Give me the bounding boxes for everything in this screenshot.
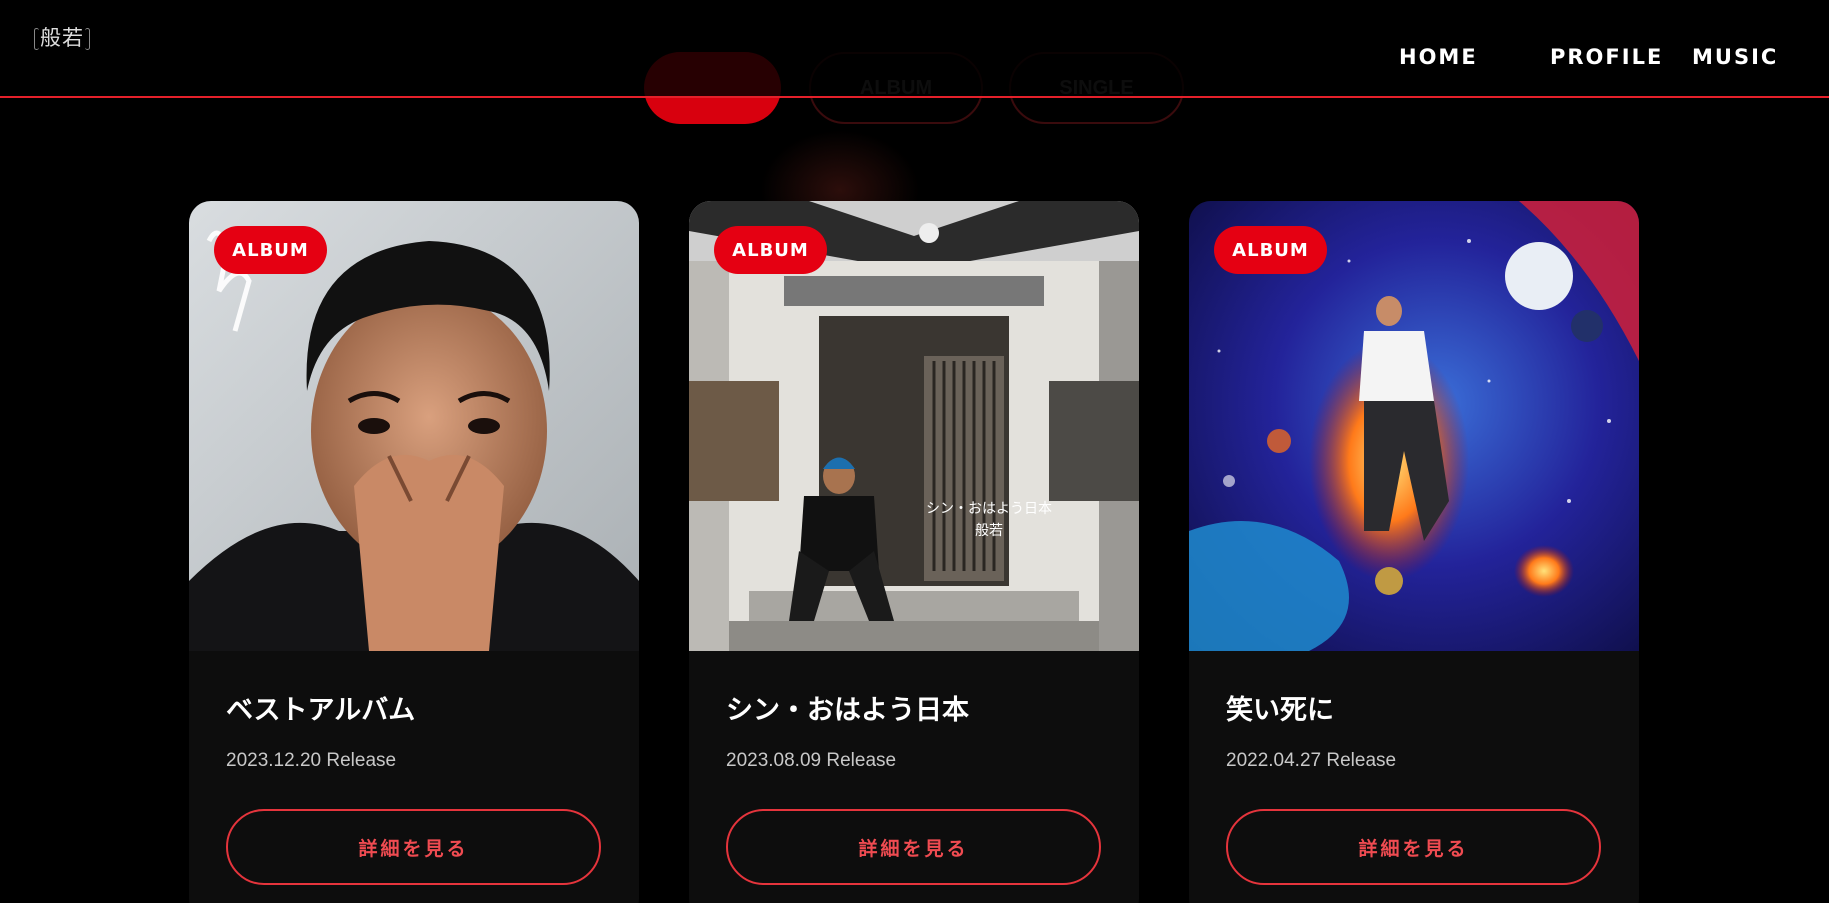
release-card[interactable]: シン・おはよう日本 般若 ALBUM シン・おはよう日本 2023.08.09 … xyxy=(689,201,1139,903)
music-page: ALBUM SINGLE 般若 HOME PROFILE MUSIC xyxy=(0,0,1829,903)
release-card[interactable]: ALBUM ベストアルバム 2023.12.20 Release 詳細を見る xyxy=(189,201,639,903)
svg-text:シン・おはよう日本: シン・おはよう日本 xyxy=(926,501,1052,517)
site-header: 般若 HOME PROFILE MUSIC xyxy=(0,0,1829,98)
release-date: 2023.12.20 Release xyxy=(226,750,397,771)
view-details-button[interactable]: 詳細を見る xyxy=(1226,809,1601,885)
view-details-button[interactable]: 詳細を見る xyxy=(726,809,1101,885)
release-date: 2023.08.09 Release xyxy=(726,750,897,771)
nav-music-link[interactable]: MUSIC xyxy=(1692,45,1778,69)
nav-home-link[interactable]: HOME xyxy=(1399,45,1478,69)
nav-profile-link[interactable]: PROFILE xyxy=(1550,45,1663,69)
release-title: シン・おはよう日本 xyxy=(726,695,969,726)
release-date: 2022.04.27 Release xyxy=(1226,750,1397,771)
release-title: 笑い死に xyxy=(1226,695,1334,726)
album-badge: ALBUM xyxy=(714,226,827,274)
album-badge: ALBUM xyxy=(214,226,327,274)
view-details-button[interactable]: 詳細を見る xyxy=(226,809,601,885)
svg-text:般若: 般若 xyxy=(975,523,1003,539)
release-card[interactable]: ALBUM 笑い死に 2022.04.27 Release 詳細を見る xyxy=(1189,201,1639,903)
album-badge: ALBUM xyxy=(1214,226,1327,274)
site-logo[interactable]: 般若 xyxy=(34,22,90,54)
release-title: ベストアルバム xyxy=(226,695,416,726)
